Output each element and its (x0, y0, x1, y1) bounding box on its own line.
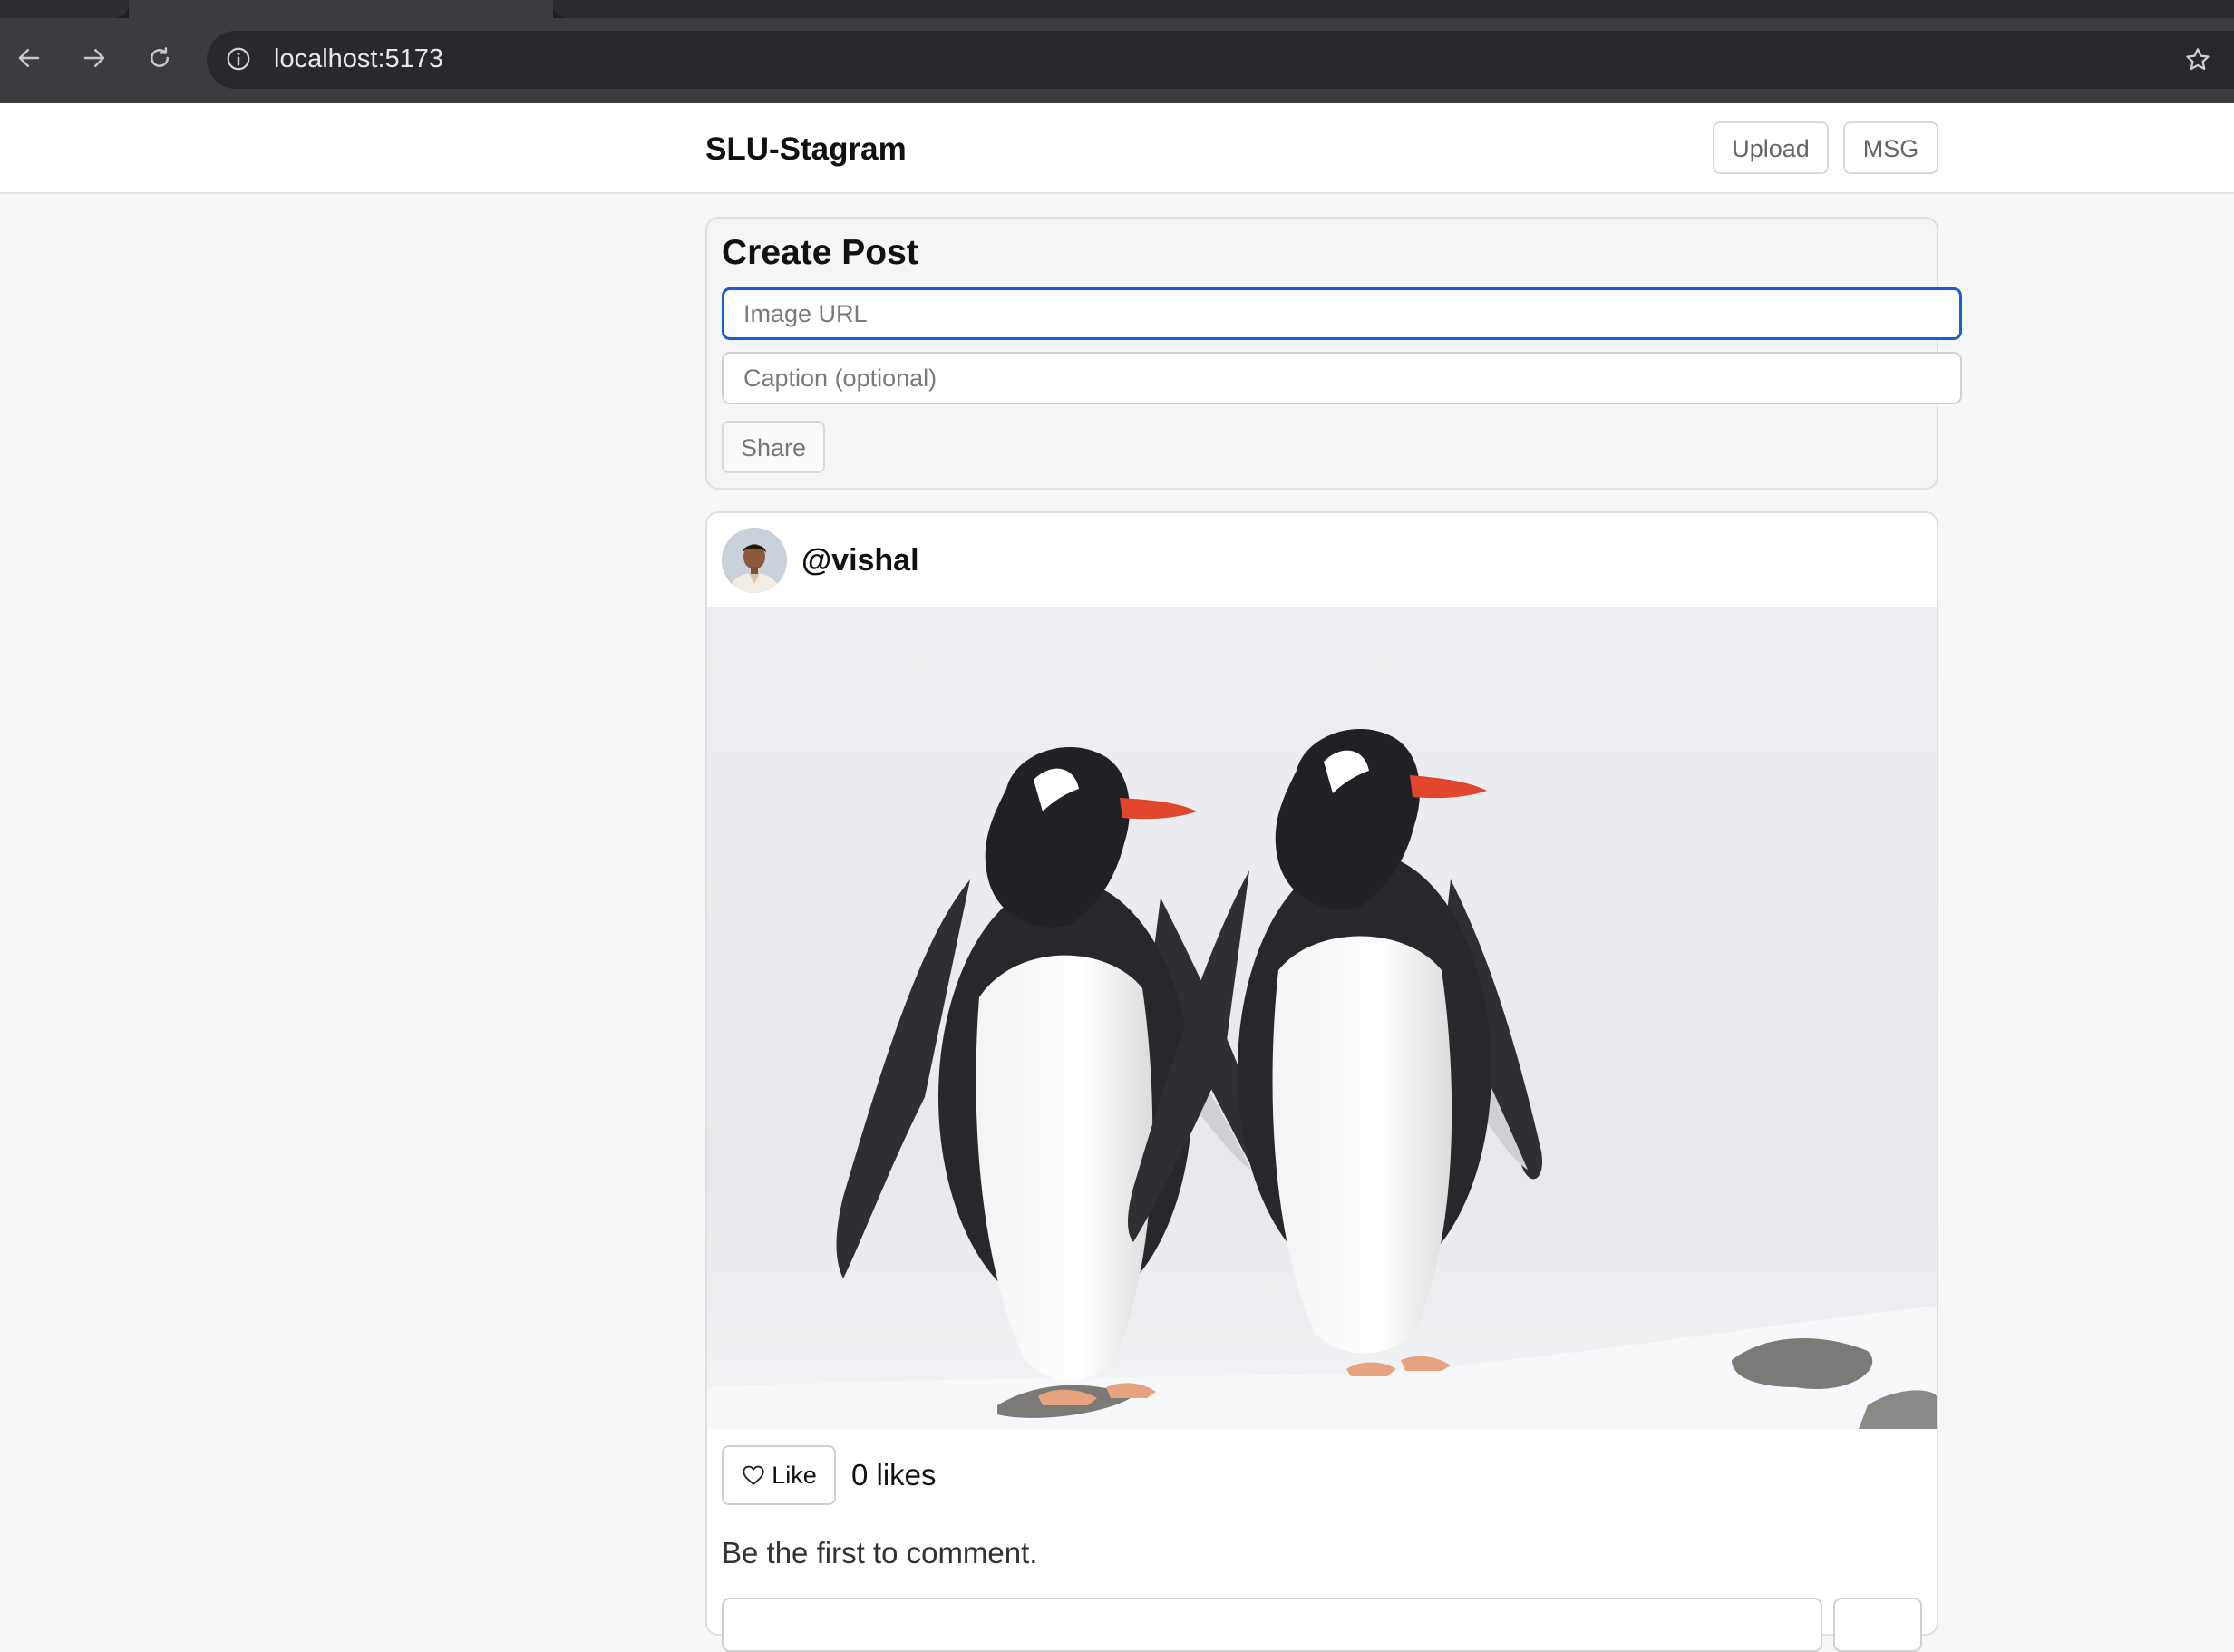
user-avatar-image (722, 528, 787, 593)
comment-input[interactable] (722, 1598, 1822, 1652)
create-post-title: Create Post (722, 233, 918, 272)
app-brand[interactable]: SLU-Stagram (705, 127, 907, 172)
like-button-label: Like (772, 1461, 817, 1489)
back-button[interactable] (11, 40, 47, 76)
bookmark-button[interactable] (2180, 42, 2216, 78)
forward-button[interactable] (76, 40, 112, 76)
image-url-input[interactable]: Image URL (722, 287, 1962, 340)
site-info-button[interactable] (223, 44, 254, 74)
share-button[interactable]: Share (722, 421, 825, 473)
arrow-right-icon (83, 49, 105, 67)
comment-submit-button[interactable] (1833, 1598, 1922, 1652)
caption-input[interactable]: Caption (optional) (722, 352, 1962, 404)
post-image (707, 607, 1937, 1429)
heart-icon (743, 1465, 764, 1485)
info-icon (227, 47, 250, 71)
upload-button[interactable]: Upload (1713, 121, 1829, 174)
reload-button[interactable] (141, 40, 178, 76)
browser-tab-active[interactable] (129, 0, 553, 18)
browser-chrome: localhost:5173 (0, 0, 2234, 103)
browser-tab-inactive[interactable] (0, 0, 129, 18)
penguins-photo (707, 607, 1937, 1429)
star-icon (2186, 48, 2210, 70)
address-bar[interactable] (207, 31, 2234, 89)
msg-button[interactable]: MSG (1843, 121, 1938, 174)
avatar[interactable] (722, 528, 787, 593)
arrow-left-icon (18, 49, 40, 67)
reload-icon (151, 47, 169, 67)
like-button[interactable]: Like (722, 1445, 836, 1505)
comments-empty-text: Be the first to comment. (722, 1536, 1038, 1569)
browser-tab-inactive[interactable] (553, 0, 2234, 18)
address-bar-url[interactable]: localhost:5173 (274, 42, 443, 76)
tab-strip (0, 0, 2234, 18)
likes-count: 0 likes (851, 1458, 937, 1492)
post-username[interactable]: @vishal (801, 539, 919, 582)
